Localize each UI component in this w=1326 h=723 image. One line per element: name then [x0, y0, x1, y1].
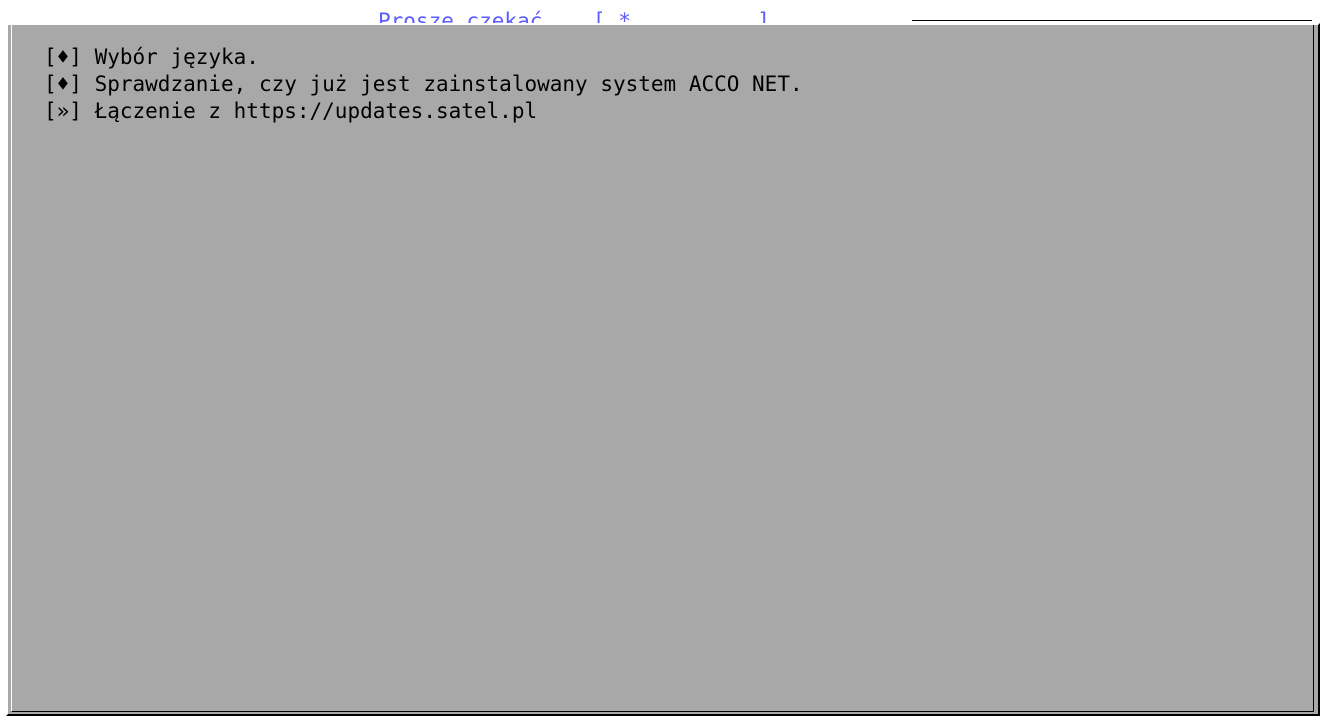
step-status-marker: [♦] — [44, 45, 82, 69]
terminal-screen: Proszę czekać... [ *_________ ] [♦] Wybó… — [0, 0, 1326, 723]
progress-dialog — [6, 23, 1320, 716]
step-item-check-installed: [♦] Sprawdzanie, czy już jest zainstalow… — [44, 71, 803, 98]
progress-steps-list: [♦] Wybór języka. [♦] Sprawdzanie, czy j… — [44, 44, 803, 125]
step-item-connecting: [»] Łączenie z https://updates.satel.pl — [44, 98, 803, 125]
step-item-language: [♦] Wybór języka. — [44, 44, 803, 71]
step-status-marker: [»] — [44, 99, 82, 123]
step-text: Wybór języka. — [94, 45, 259, 69]
step-status-marker: [♦] — [44, 72, 82, 96]
step-text: Łączenie z https://updates.satel.pl — [94, 99, 538, 123]
title-border-left — [10, 20, 372, 21]
title-border-right — [912, 20, 1312, 21]
dialog-inner-frame — [11, 25, 1314, 712]
step-text: Sprawdzanie, czy już jest zainstalowany … — [94, 72, 803, 96]
